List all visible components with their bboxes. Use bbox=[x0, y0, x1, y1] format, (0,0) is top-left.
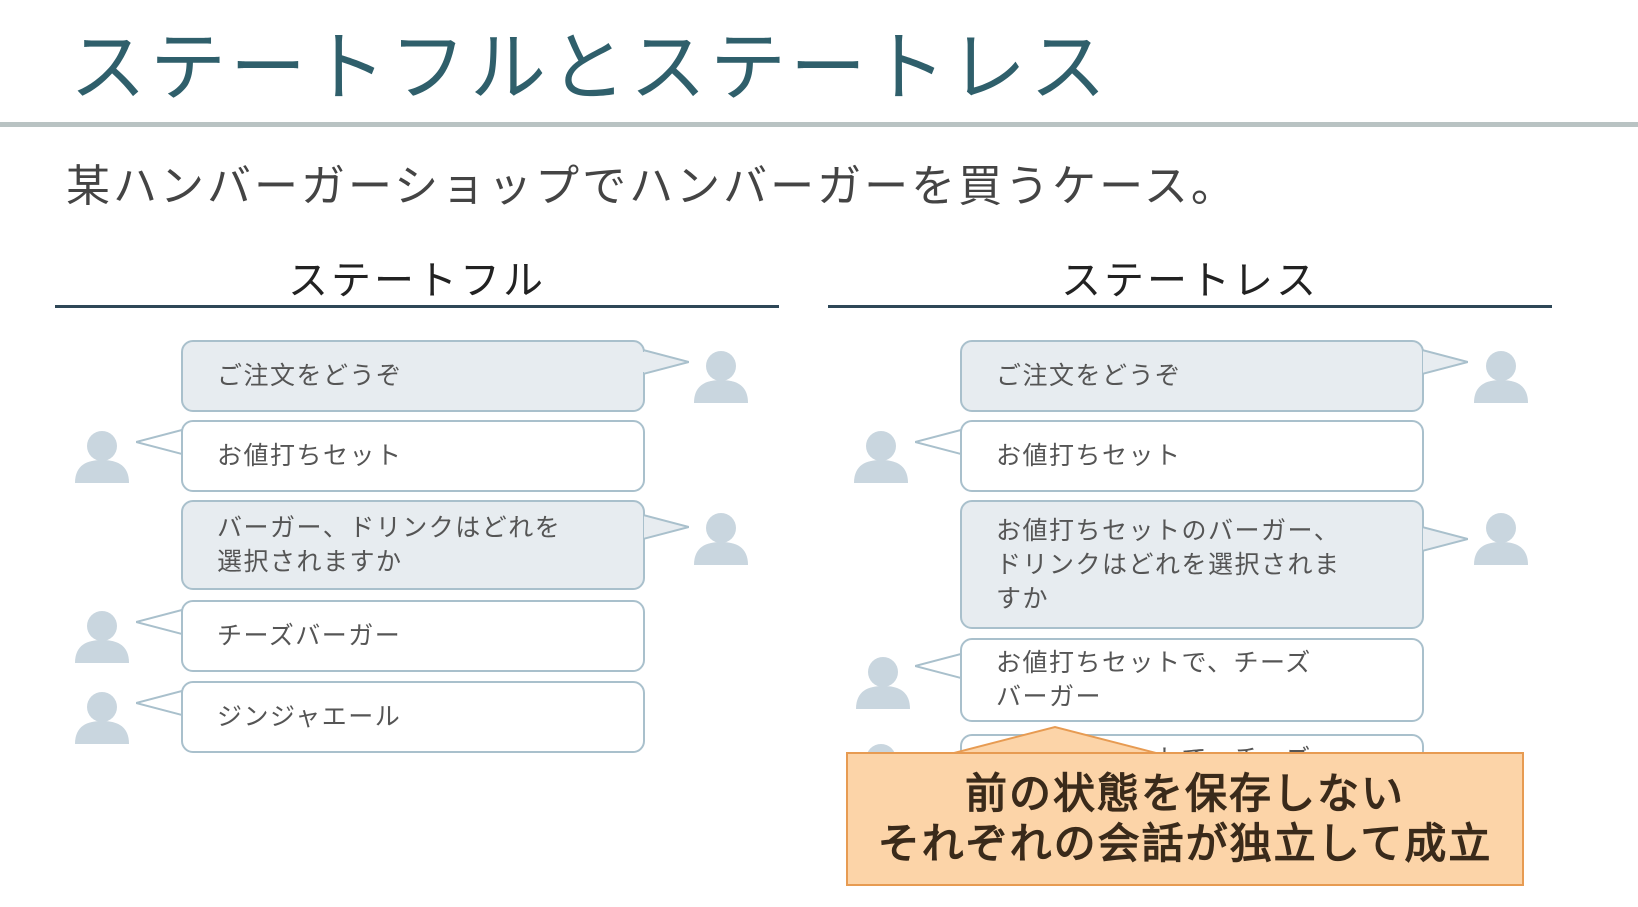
callout-box: 前の状態を保存しない それぞれの会話が独立して成立 bbox=[846, 752, 1524, 886]
chat-bubble-customer: ジンジャエール bbox=[181, 681, 645, 753]
slide-subtitle: 某ハンバーガーショップでハンバーガーを買うケース。 bbox=[66, 161, 1238, 212]
chat-bubble-staff: ご注文をどうぞ bbox=[960, 340, 1424, 412]
bubble-tail bbox=[643, 348, 689, 376]
callout-line: それぞれの会話が独立して成立 bbox=[877, 819, 1493, 868]
chat-bubble-customer: お値打ちセットで、チーズ バーガー bbox=[960, 638, 1424, 722]
bubble-tail bbox=[915, 428, 961, 456]
chat-bubble-staff: ご注文をどうぞ bbox=[181, 340, 645, 412]
bubble-text-line: 選択されますか bbox=[217, 547, 403, 576]
bubble-text: チーズバーガー bbox=[217, 621, 402, 650]
bubble-tail bbox=[136, 608, 182, 636]
bubble-text: ジンジャエール bbox=[217, 702, 402, 731]
bubble-text-line: バーガー、ドリンクはどれを bbox=[217, 513, 562, 542]
person-icon bbox=[75, 611, 129, 663]
bubble-tail bbox=[643, 513, 689, 541]
title-divider bbox=[0, 122, 1638, 127]
person-icon bbox=[1474, 351, 1528, 403]
callout-line: 前の状態を保存しない bbox=[964, 769, 1405, 818]
chat-bubble-staff: お値打ちセットのバーガー、 ドリンクはどれを選択されま すか bbox=[960, 500, 1424, 629]
bubble-tail bbox=[915, 652, 961, 680]
person-icon bbox=[1474, 513, 1528, 565]
bubble-tail bbox=[136, 689, 182, 717]
person-icon bbox=[694, 513, 748, 565]
person-icon bbox=[75, 431, 129, 483]
bubble-text: お値打ちセット bbox=[217, 441, 403, 470]
stateful-heading: ステートフル bbox=[288, 258, 546, 304]
chat-bubble-customer: お値打ちセット bbox=[181, 420, 645, 492]
bubble-text-line: バーガー bbox=[996, 682, 1103, 711]
bubble-text-line: すか bbox=[996, 583, 1050, 613]
bubble-text: ご注文をどうぞ bbox=[217, 361, 403, 390]
bubble-text-line: お値打ちセットで、チーズ bbox=[996, 648, 1312, 677]
callout-pointer bbox=[950, 725, 1160, 755]
bubble-text-line: お値打ちセットのバーガー、 bbox=[996, 515, 1341, 545]
bubble-tail bbox=[136, 428, 182, 456]
stateless-heading: ステートレス bbox=[1061, 258, 1319, 304]
person-icon bbox=[75, 692, 129, 744]
slide-title: ステートフルとステートレス bbox=[70, 23, 1110, 112]
bubble-text-line: ドリンクはどれを選択されま bbox=[996, 549, 1341, 579]
chat-bubble-staff: バーガー、ドリンクはどれを 選択されますか bbox=[181, 500, 645, 590]
person-icon bbox=[856, 657, 910, 709]
person-icon bbox=[694, 351, 748, 403]
chat-bubble-customer: お値打ちセット bbox=[960, 420, 1424, 492]
bubble-text: ご注文をどうぞ bbox=[996, 361, 1182, 390]
stateful-heading-rule bbox=[55, 305, 779, 308]
person-icon bbox=[854, 431, 908, 483]
stateless-heading-rule bbox=[828, 305, 1552, 308]
bubble-tail bbox=[1422, 525, 1468, 553]
bubble-tail bbox=[1422, 348, 1468, 376]
bubble-text: お値打ちセット bbox=[996, 441, 1182, 470]
chat-bubble-customer: チーズバーガー bbox=[181, 600, 645, 672]
